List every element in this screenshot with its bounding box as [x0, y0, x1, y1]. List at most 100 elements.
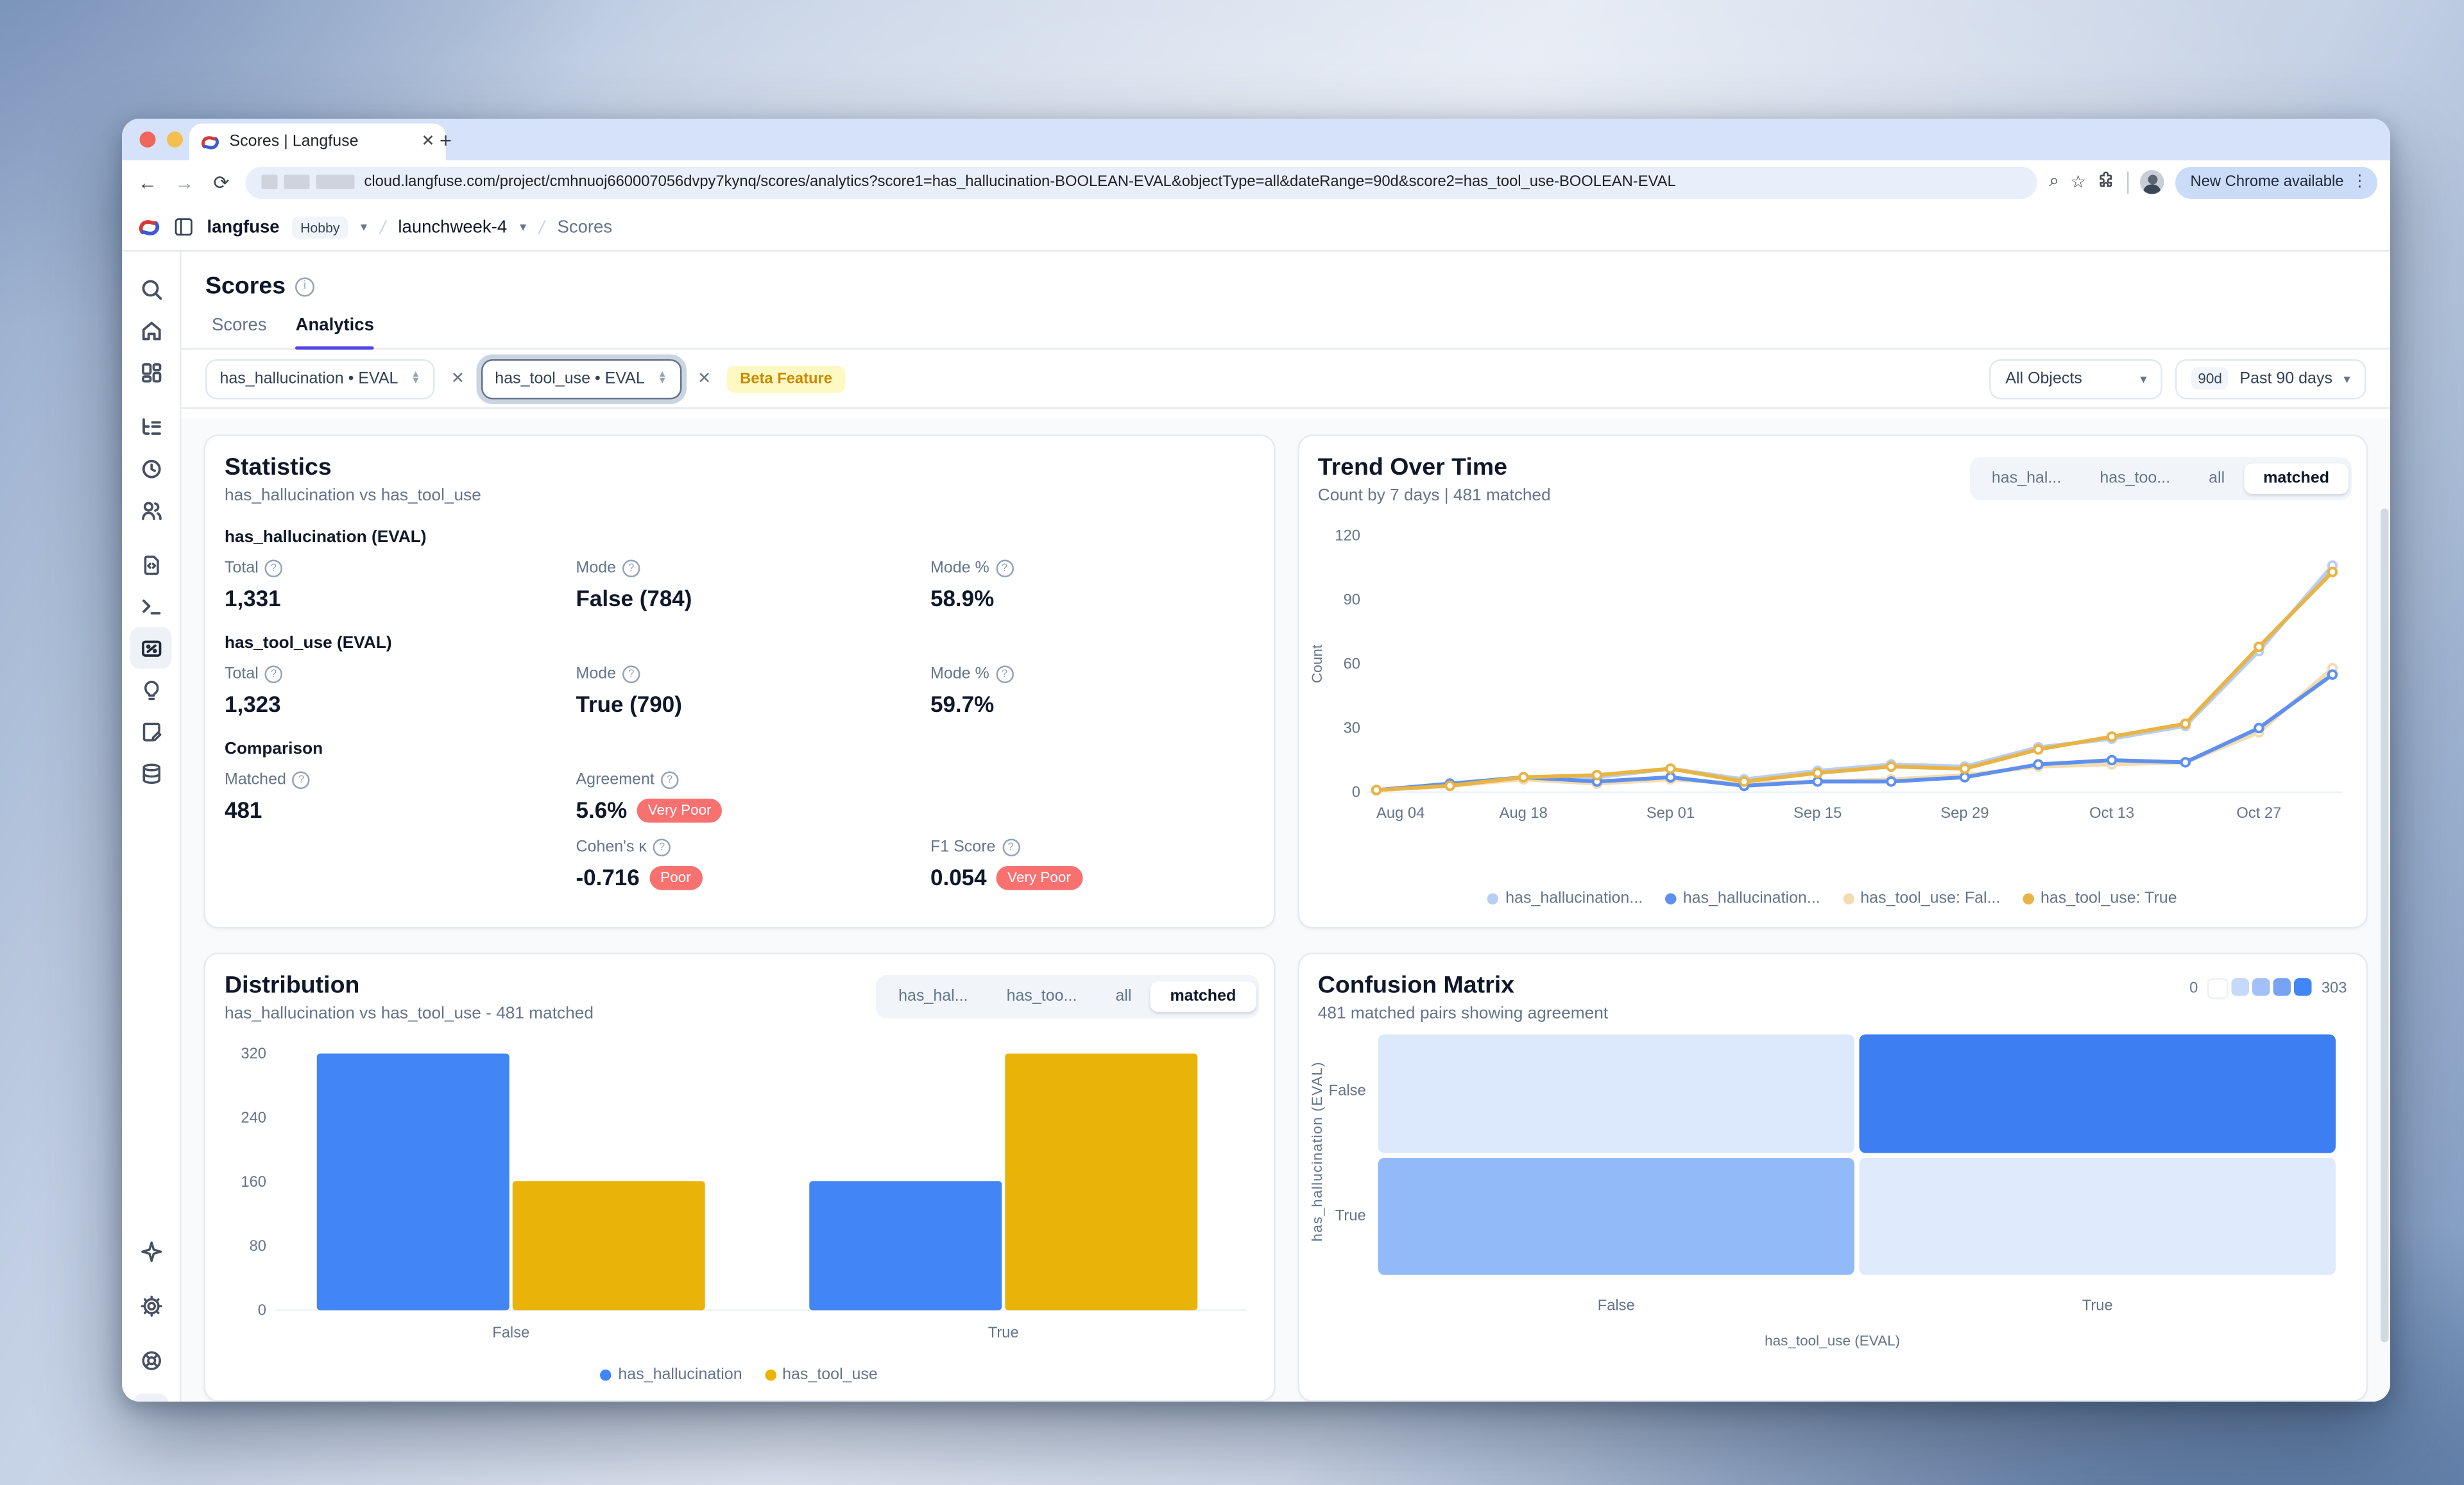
tab-close-icon[interactable]: ✕: [422, 133, 435, 151]
sidebar-item-search[interactable]: [130, 268, 172, 310]
metric-mode-pct: Mode %? 58.9%: [930, 560, 1254, 611]
sidebar-item-scores[interactable]: [130, 627, 172, 669]
segment-all[interactable]: all: [2189, 464, 2244, 495]
tab-scores[interactable]: Scores: [212, 316, 267, 348]
help-icon[interactable]: ?: [265, 666, 283, 684]
help-icon[interactable]: ?: [293, 772, 311, 790]
help-icon[interactable]: ?: [661, 772, 679, 790]
page-tabs: Scores Analytics: [182, 300, 2391, 350]
desktop: Scores | Langfuse ✕ + ← → ⟳ cloud.langfu…: [0, 0, 2464, 1485]
project-chevron-down-icon[interactable]: ▾: [520, 220, 526, 235]
sidebar-item-datasets[interactable]: [130, 711, 172, 752]
sidebar-toggle-icon[interactable]: [173, 217, 194, 238]
segment-matched[interactable]: matched: [2244, 464, 2348, 495]
svg-text:False: False: [492, 1324, 529, 1341]
browser-tab[interactable]: Scores | Langfuse ✕: [189, 124, 446, 161]
sidebar-item-prompts[interactable]: [130, 544, 172, 586]
svg-text:30: 30: [1342, 720, 1359, 737]
rating-badge: Very Poor: [997, 865, 1082, 890]
breadcrumb-project[interactable]: launchweek-4: [398, 217, 507, 237]
redacted-url-prefix: [262, 175, 355, 190]
score1-select[interactable]: has_hallucination • EVAL ▲▼: [205, 359, 435, 399]
segment-score1[interactable]: has_hal...: [879, 981, 987, 1012]
profile-avatar[interactable]: [2141, 170, 2165, 194]
close-window-button[interactable]: [140, 132, 156, 148]
confusion-cell-true-false[interactable]: [1377, 1157, 1854, 1275]
confusion-cell-true-true[interactable]: [1858, 1157, 2335, 1275]
date-range-select[interactable]: 90d Past 90 days ▾: [2175, 359, 2366, 399]
segment-matched[interactable]: matched: [1151, 981, 1255, 1012]
chevron-down-icon: ▾: [2140, 371, 2146, 386]
plan-badge: Hobby: [293, 216, 348, 238]
sidebar-item-sessions[interactable]: [130, 448, 172, 489]
page-scrollbar[interactable]: [2381, 509, 2389, 1343]
date-range-value: Past 90 days: [2239, 369, 2332, 387]
segment-score1[interactable]: has_hal...: [1972, 464, 2080, 495]
browser-window: Scores | Langfuse ✕ + ← → ⟳ cloud.langfu…: [122, 119, 2390, 1402]
sidebar-item-playground[interactable]: [130, 586, 172, 627]
sidebar-item-dashboards[interactable]: [130, 352, 172, 393]
zoom-page-icon[interactable]: ⌕: [2049, 172, 2058, 193]
new-tab-button[interactable]: +: [440, 130, 452, 151]
wallpaper: Scores | Langfuse ✕ + ← → ⟳ cloud.langfu…: [0, 0, 2464, 1485]
forward-button[interactable]: →: [172, 171, 198, 193]
rating-badge: Poor: [649, 865, 703, 890]
url-bar[interactable]: cloud.langfuse.com/project/cmhnuoj660007…: [246, 166, 2038, 198]
reload-button[interactable]: ⟳: [209, 171, 234, 193]
score2-remove-button[interactable]: ✕: [694, 369, 714, 387]
beta-feature-badge: Beta Feature: [727, 365, 845, 393]
help-icon[interactable]: ?: [1002, 839, 1020, 857]
confusion-cell-false-false[interactable]: [1377, 1035, 1854, 1153]
score1-remove-button[interactable]: ✕: [448, 369, 468, 387]
sidebar-item-users[interactable]: [130, 489, 172, 531]
help-icon[interactable]: ?: [996, 560, 1014, 578]
help-icon[interactable]: ?: [265, 560, 283, 578]
segment-score2[interactable]: has_too...: [988, 981, 1097, 1012]
sidebar-item-evaluation[interactable]: [130, 669, 172, 711]
settings-gear-icon[interactable]: [130, 1285, 172, 1327]
svg-text:90: 90: [1342, 591, 1359, 609]
whats-new-sparkle-icon[interactable]: [130, 1230, 172, 1272]
chrome-update-button[interactable]: New Chrome available ⋮: [2176, 166, 2377, 198]
org-chevron-down-icon[interactable]: ▾: [361, 220, 367, 235]
score2-select[interactable]: has_tool_use • EVAL ▲▼: [481, 359, 681, 399]
sidebar-item-exports[interactable]: [130, 752, 172, 794]
help-icon[interactable]: ?: [653, 839, 671, 857]
browser-menu-icon[interactable]: ⋮: [2352, 173, 2368, 191]
metric-kappa: Cohen's κ? -0.716Poor: [576, 839, 931, 890]
page-info-icon[interactable]: i: [295, 276, 314, 296]
score2-label: has_tool_use • EVAL: [495, 369, 644, 387]
help-icon[interactable]: ?: [622, 666, 640, 684]
legend-item: has_hallucination: [601, 1366, 742, 1384]
sidebar-item-home[interactable]: [130, 310, 172, 352]
back-button[interactable]: ←: [135, 171, 160, 193]
segment-all[interactable]: all: [1096, 981, 1151, 1012]
segment-score2[interactable]: has_too...: [2080, 464, 2189, 495]
object-type-select[interactable]: All Objects ▾: [1989, 359, 2162, 399]
scale-swatch: [2252, 978, 2270, 996]
support-lifebuoy-icon[interactable]: [130, 1339, 172, 1381]
sidebar-item-tracing[interactable]: [130, 406, 172, 448]
statistics-card: Statistics has_hallucination vs has_tool…: [204, 435, 1275, 929]
legend-item: has_tool_use: Fal...: [1843, 890, 2001, 908]
tab-analytics[interactable]: Analytics: [296, 316, 374, 348]
extensions-icon[interactable]: [2098, 170, 2117, 194]
chevron-down-icon: ▾: [2343, 371, 2350, 386]
minimize-window-button[interactable]: [167, 132, 183, 148]
confusion-cell-false-true[interactable]: [1858, 1035, 2335, 1153]
object-type-value: All Objects: [2005, 369, 2082, 387]
statistics-title: Statistics: [205, 436, 1273, 481]
app-header: langfuse Hobby ▾ / launchweek-4 ▾ / Scor…: [122, 204, 2390, 252]
breadcrumb-org[interactable]: langfuse: [207, 217, 280, 237]
metric-matched: Matched? 481: [225, 772, 576, 823]
svg-text:120: 120: [1334, 527, 1360, 545]
svg-text:Sep 01: Sep 01: [1646, 804, 1694, 822]
help-icon[interactable]: ?: [996, 666, 1014, 684]
help-icon[interactable]: ?: [622, 560, 640, 578]
svg-text:240: 240: [241, 1109, 266, 1126]
svg-text:0: 0: [258, 1302, 266, 1319]
scale-swatch: [2207, 978, 2229, 999]
bookmark-star-icon[interactable]: ☆: [2070, 172, 2086, 193]
user-avatar[interactable]: M: [133, 1394, 169, 1402]
rating-badge: Very Poor: [637, 798, 723, 822]
